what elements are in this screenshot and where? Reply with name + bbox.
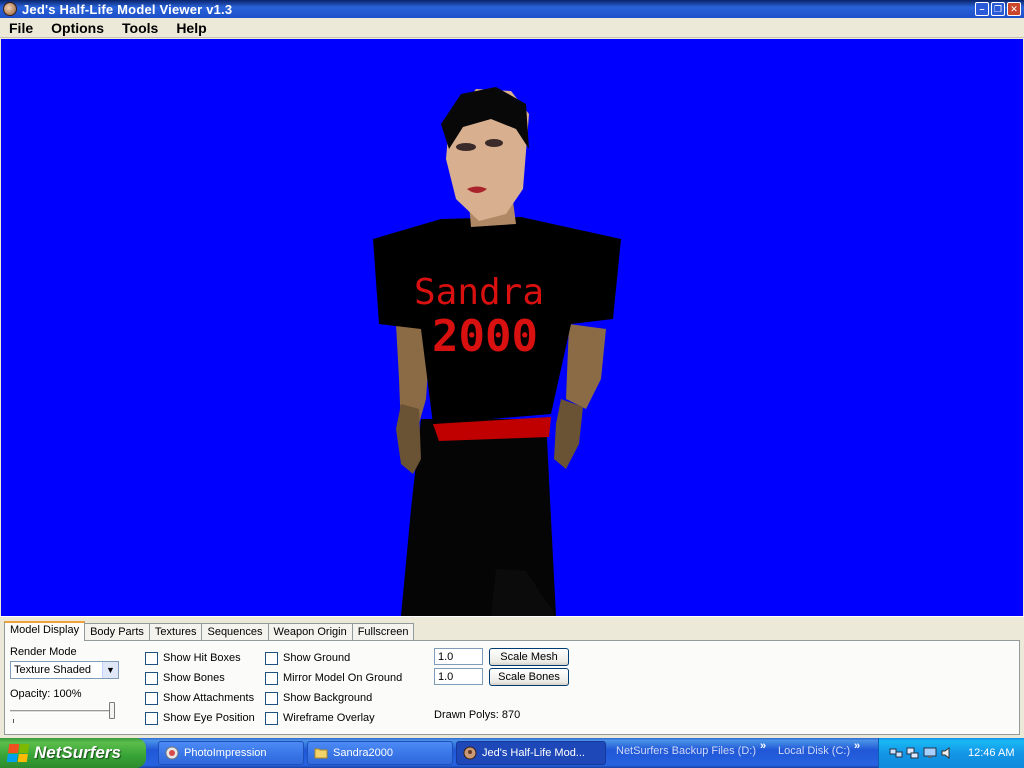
checkbox-box[interactable] bbox=[265, 711, 278, 725]
tab-textures[interactable]: Textures bbox=[148, 623, 203, 641]
quicklink-backup-drive[interactable]: NetSurfers Backup Files (D:) bbox=[616, 745, 756, 757]
render-mode-select[interactable]: Texture Shaded ▼ bbox=[10, 661, 119, 679]
system-tray: 12:46 AM bbox=[878, 738, 1024, 768]
menu-bar: File Options Tools Help bbox=[0, 18, 1024, 38]
tab-weapon-origin[interactable]: Weapon Origin bbox=[267, 623, 353, 641]
show-eye-position-checkbox[interactable]: Show Eye Position bbox=[145, 711, 255, 725]
checkbox-label: Show Ground bbox=[283, 652, 351, 664]
control-panel: Model Display Body Parts Textures Sequen… bbox=[0, 616, 1024, 738]
chevron-right-icon[interactable]: » bbox=[854, 740, 860, 752]
photoimpression-icon bbox=[165, 746, 179, 760]
monitor-icon[interactable] bbox=[923, 746, 937, 760]
model-viewer-icon bbox=[463, 746, 477, 760]
minimize-icon[interactable]: – bbox=[975, 2, 989, 16]
task-photoimpression[interactable]: PhotoImpression bbox=[158, 741, 304, 765]
slider-tick bbox=[13, 719, 14, 723]
task-label: Jed's Half-Life Mod... bbox=[482, 747, 585, 759]
windows-logo-icon bbox=[6, 744, 30, 762]
tab-model-display[interactable]: Model Display bbox=[4, 621, 86, 641]
model-viewport[interactable]: Sandra 2000 bbox=[1, 39, 1023, 616]
wireframe-overlay-checkbox[interactable]: Wireframe Overlay bbox=[265, 711, 375, 725]
start-label: NetSurfers bbox=[34, 743, 121, 762]
show-bones-checkbox[interactable]: Show Bones bbox=[145, 671, 225, 685]
quicklink-local-disk[interactable]: Local Disk (C:) bbox=[778, 745, 850, 757]
chevron-right-icon[interactable]: » bbox=[760, 740, 766, 752]
task-sandra2000[interactable]: Sandra2000 bbox=[307, 741, 453, 765]
checkbox-box[interactable] bbox=[265, 651, 278, 665]
checkbox-box[interactable] bbox=[145, 651, 158, 665]
mirror-model-checkbox[interactable]: Mirror Model On Ground bbox=[265, 671, 402, 685]
task-model-viewer[interactable]: Jed's Half-Life Mod... bbox=[456, 741, 606, 765]
drawn-polys-label: Drawn Polys: 870 bbox=[434, 709, 521, 721]
show-background-checkbox[interactable]: Show Background bbox=[265, 691, 372, 705]
show-hit-boxes-checkbox[interactable]: Show Hit Boxes bbox=[145, 651, 241, 665]
model-display-page: Render Mode Texture Shaded ▼ Opacity: 10… bbox=[4, 640, 1020, 735]
menu-file[interactable]: File bbox=[0, 20, 42, 36]
tab-sequences[interactable]: Sequences bbox=[201, 623, 269, 641]
network-icon[interactable] bbox=[906, 746, 920, 760]
task-label: Sandra2000 bbox=[333, 747, 393, 759]
menu-options[interactable]: Options bbox=[42, 20, 113, 36]
title-bar[interactable]: Jed's Half-Life Model Viewer v1.3 – ❐ ✕ bbox=[0, 0, 1024, 18]
menu-help[interactable]: Help bbox=[167, 20, 215, 36]
tab-body-parts[interactable]: Body Parts bbox=[84, 623, 150, 641]
chevron-down-icon[interactable]: ▼ bbox=[102, 662, 118, 678]
checkbox-box[interactable] bbox=[265, 691, 278, 705]
scale-mesh-input[interactable] bbox=[434, 648, 483, 665]
scale-mesh-button[interactable]: Scale Mesh bbox=[489, 648, 569, 666]
checkbox-label: Show Hit Boxes bbox=[163, 652, 241, 664]
scale-bones-button[interactable]: Scale Bones bbox=[489, 668, 569, 686]
shirt-text-line2: 2000 bbox=[432, 311, 538, 362]
scale-bones-input[interactable] bbox=[434, 668, 483, 685]
checkbox-box[interactable] bbox=[145, 671, 158, 685]
opacity-slider-thumb[interactable] bbox=[109, 702, 115, 719]
shirt-text-line1: Sandra bbox=[414, 272, 544, 313]
checkbox-label: Show Bones bbox=[163, 672, 225, 684]
render-mode-label: Render Mode bbox=[10, 646, 77, 658]
maximize-icon[interactable]: ❐ bbox=[991, 2, 1005, 16]
checkbox-label: Show Background bbox=[283, 692, 373, 704]
render-mode-value: Texture Shaded bbox=[14, 664, 92, 676]
checkbox-label: Show Attachments bbox=[163, 692, 255, 704]
character-model: Sandra 2000 bbox=[373, 87, 621, 616]
tab-fullscreen[interactable]: Fullscreen bbox=[351, 623, 415, 641]
opacity-slider-track[interactable] bbox=[10, 710, 115, 713]
checkbox-box[interactable] bbox=[145, 711, 158, 725]
network-icon[interactable] bbox=[889, 746, 903, 760]
task-label: PhotoImpression bbox=[184, 747, 267, 759]
tab-strip: Model Display Body Parts Textures Sequen… bbox=[4, 621, 415, 641]
checkbox-box[interactable] bbox=[145, 691, 158, 705]
checkbox-label: Mirror Model On Ground bbox=[283, 672, 403, 684]
window-title: Jed's Half-Life Model Viewer v1.3 bbox=[22, 1, 233, 17]
app-icon[interactable] bbox=[3, 2, 17, 16]
checkbox-label: Wireframe Overlay bbox=[283, 712, 375, 724]
volume-icon[interactable] bbox=[940, 746, 954, 760]
opacity-label: Opacity: 100% bbox=[10, 688, 82, 700]
show-ground-checkbox[interactable]: Show Ground bbox=[265, 651, 350, 665]
taskbar: NetSurfers PhotoImpression Sandra2000 Je… bbox=[0, 738, 1024, 768]
close-icon[interactable]: ✕ bbox=[1007, 2, 1021, 16]
clock[interactable]: 12:46 AM bbox=[968, 747, 1014, 759]
start-button[interactable]: NetSurfers bbox=[0, 738, 146, 768]
checkbox-label: Show Eye Position bbox=[163, 712, 255, 724]
menu-tools[interactable]: Tools bbox=[113, 20, 167, 36]
folder-icon bbox=[314, 748, 328, 759]
show-attachments-checkbox[interactable]: Show Attachments bbox=[145, 691, 254, 705]
checkbox-box[interactable] bbox=[265, 671, 278, 685]
